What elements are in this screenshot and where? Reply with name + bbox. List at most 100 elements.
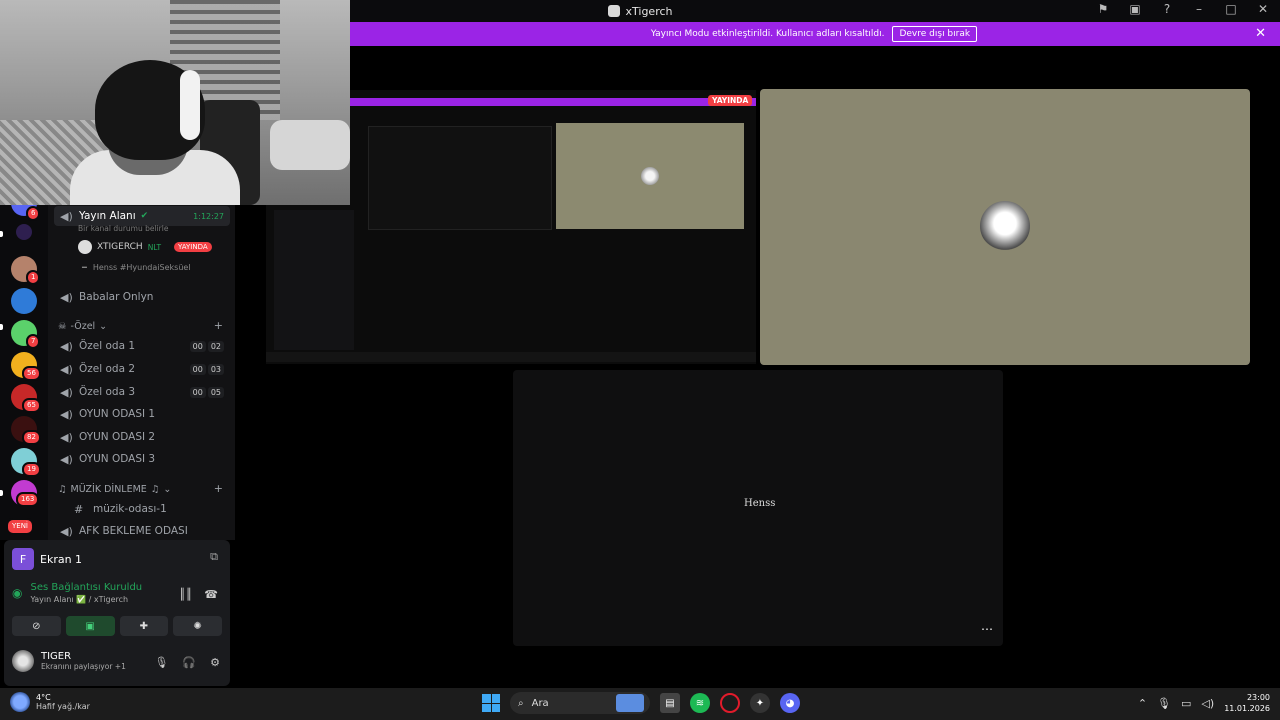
avatar (12, 650, 34, 672)
inbox-icon[interactable]: ▣ (1126, 2, 1144, 16)
camera-off-button[interactable]: ⊘ (12, 616, 61, 636)
avatar (980, 201, 1030, 251)
microphone-icon[interactable]: 🎙 (154, 656, 168, 669)
channel-item[interactable]: # müzik-odası-1 (54, 499, 230, 519)
signal-icon: ◉ (12, 586, 23, 600)
camera-tile[interactable] (760, 89, 1250, 365)
start-icon[interactable] (482, 694, 500, 712)
voice-member[interactable]: ━ Henss #HyundaiSeksüel (82, 263, 191, 272)
headphones-icon[interactable]: 🎧 (182, 656, 196, 669)
screen-share-avatar: F (12, 548, 34, 570)
weather-widget[interactable]: 4°C Hafif yağ./kar (10, 692, 90, 712)
chevron-down-icon: ⌄ (163, 484, 172, 495)
channel-item[interactable]: ◀) Babalar Onlyn (54, 287, 230, 307)
soundboard-button[interactable]: ✺ (173, 616, 222, 636)
server-badge: 7 (26, 334, 41, 349)
channel-active[interactable]: ◀) Yayın Alanı ✔ 1:12:27 (54, 206, 230, 226)
gear-icon[interactable]: ⚙ (210, 656, 220, 669)
search-placeholder: Ara (531, 697, 549, 709)
volume-icon[interactable]: ◁) (1201, 697, 1214, 710)
channel-item[interactable]: ◀) OYUN ODASI 3 (54, 449, 230, 469)
music-icon: ♫ (58, 484, 67, 495)
search-box[interactable]: ⌕ Ara (510, 692, 650, 714)
clock-time: 23:00 (1246, 693, 1270, 702)
disable-streamer-mode-button[interactable]: Devre dışı bırak (892, 26, 978, 42)
titlebar-controls: ⚑ ▣ ? – □ ✕ (1094, 2, 1272, 16)
window-title: xTigerch (607, 4, 673, 18)
weather-desc: Hafif yağ./kar (36, 702, 90, 711)
windows-taskbar: 4°C Hafif yağ./kar ⌕ Ara ▤ ≋ ✦ ◕ ⌃ 🎙 ▭ ◁… (0, 688, 1280, 720)
search-icon: ⌕ (518, 697, 524, 709)
activities-button[interactable]: ✚ (119, 616, 169, 636)
user-panel: F Ekran 1 ⧉ ◉ Ses Bağlantısı Kuruldu Yay… (4, 540, 230, 686)
speaker-icon: ◀) (60, 362, 73, 376)
new-badge: YENİ (6, 518, 34, 535)
category-muzik[interactable]: ♫ MÜZİK DİNLEME ♫ ⌄ (58, 484, 171, 495)
speaker-icon: ◀) (60, 452, 73, 466)
user-info[interactable]: TIGER Ekranını paylaşıyor +1 (12, 650, 126, 672)
add-channel-icon[interactable]: + (214, 482, 223, 495)
channel-name: Yayın Alanı (79, 210, 136, 222)
help-icon[interactable]: ? (1158, 2, 1176, 16)
member-icon: ━ (82, 263, 87, 272)
voice-member[interactable]: XTIGERCH NLT YAYINDA (78, 240, 212, 254)
app-icon[interactable]: ✦ (750, 693, 770, 713)
server-sidebar: 6 1 7 56 65 82 19 163 YENİ (0, 190, 48, 540)
server-icon[interactable] (16, 224, 32, 240)
voice-channel-text[interactable]: Yayın Alanı ✅ / xTigerch (30, 595, 142, 604)
clock[interactable]: 23:00 11.01.2026 (1224, 692, 1270, 714)
hash-icon: # (74, 502, 84, 516)
window-title-text: xTigerch (625, 4, 673, 18)
channel-status-hint[interactable]: Bir kanal durumu belirle (78, 224, 168, 233)
more-options-icon[interactable]: ⋯ (981, 622, 993, 636)
close-window-icon[interactable]: ✕ (1254, 2, 1272, 16)
server-badge: 65 (22, 398, 41, 413)
screen-share-button[interactable]: ▣ (65, 616, 115, 636)
user-tile-label: Henss (744, 498, 776, 509)
system-tray: ⌃ 🎙 ▭ ◁) 23:00 11.01.2026 (1138, 692, 1270, 714)
voice-status-text[interactable]: Ses Bağlantısı Kuruldu (30, 582, 142, 593)
file-explorer-icon[interactable]: ▤ (660, 693, 680, 713)
channel-item[interactable]: ◀) Özel oda 1 00 02 (54, 336, 230, 356)
weather-temp: 4°C (36, 693, 51, 702)
flag-icon[interactable]: ⚑ (1094, 2, 1112, 16)
server-icon[interactable] (11, 288, 37, 314)
channel-item[interactable]: ◀) Özel oda 3 00 05 (54, 382, 230, 402)
clock-date: 11.01.2026 (1224, 704, 1270, 713)
weather-icon (10, 692, 30, 712)
popout-icon[interactable]: ⧉ (210, 550, 218, 564)
chevron-down-icon: ⌄ (99, 321, 108, 332)
member-name: Henss #HyundaiSeksüel (92, 263, 191, 272)
close-icon[interactable]: ✕ (1255, 26, 1266, 41)
speaker-icon: ◀) (60, 430, 73, 444)
speaker-icon: ◀) (60, 339, 73, 353)
channel-item[interactable]: ◀) OYUN ODASI 1 (54, 404, 230, 424)
webcam-overlay (0, 0, 350, 205)
microphone-icon[interactable]: 🎙 (1157, 697, 1171, 710)
user-status: Ekranını paylaşıyor +1 (41, 662, 126, 671)
disconnect-icon[interactable]: ☎ (204, 588, 218, 601)
screen-share-row: F Ekran 1 (12, 548, 82, 570)
category-ozel[interactable]: ☠ -Özel ⌄ (58, 321, 107, 332)
maximize-icon[interactable]: □ (1222, 2, 1240, 16)
channel-item[interactable]: ◀) OYUN ODASI 2 (54, 427, 230, 447)
monitor-icon[interactable]: ▭ (1181, 697, 1191, 710)
add-channel-icon[interactable]: + (214, 319, 223, 332)
spotify-icon[interactable]: ≋ (690, 693, 710, 713)
user-tile[interactable]: Henss ⋯ (513, 370, 1003, 646)
noise-suppression-icon[interactable]: ║║ (179, 588, 192, 601)
minimize-icon[interactable]: – (1190, 2, 1208, 16)
opera-icon[interactable] (720, 693, 740, 713)
skull-icon: ☠ (58, 321, 67, 332)
server-badge: 82 (22, 430, 41, 445)
speaker-icon: ◀) (60, 407, 73, 421)
server-badge: 56 (22, 366, 41, 381)
search-highlight-icon (616, 694, 644, 712)
discord-icon[interactable]: ◕ (780, 693, 800, 713)
chevron-up-icon[interactable]: ⌃ (1138, 697, 1147, 710)
avatar (78, 240, 92, 254)
banner-message: Yayıncı Modu etkinleştirildi. Kullanıcı … (650, 29, 885, 39)
speaker-icon: ◀) (60, 290, 73, 304)
channel-item[interactable]: ◀) AFK BEKLEME ODASI (54, 521, 230, 541)
channel-item[interactable]: ◀) Özel oda 2 00 03 (54, 359, 230, 379)
